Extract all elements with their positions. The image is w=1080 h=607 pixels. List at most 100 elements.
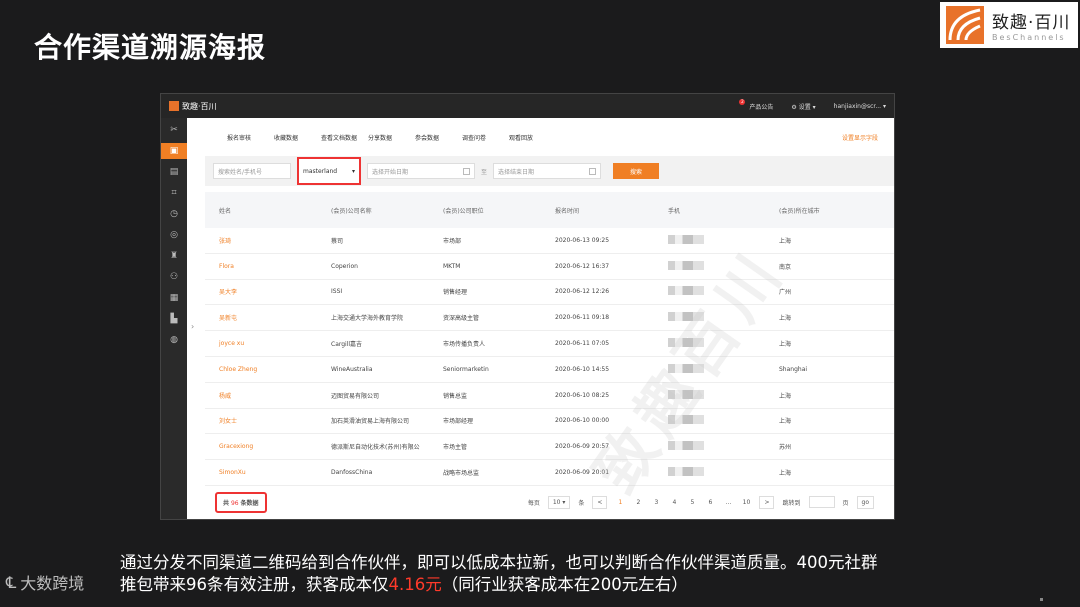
sidebar-item-clock[interactable]: ◷: [161, 206, 187, 222]
go-button[interactable]: go: [856, 495, 874, 509]
sidebar-item-files[interactable]: ▦: [161, 290, 187, 306]
sidebar-item-stats[interactable]: ▙: [161, 311, 187, 327]
next-page-button[interactable]: >: [759, 495, 775, 509]
sidebar-item-tools[interactable]: ✂: [161, 122, 187, 138]
prev-page-button[interactable]: <: [592, 495, 608, 509]
registrant-name[interactable]: Chloe Zheng: [219, 366, 331, 373]
sidebar-toggle-icon[interactable]: ›: [191, 322, 194, 331]
tab-doc-views[interactable]: 查看文档数据: [321, 133, 368, 142]
per-page-label: 每页: [527, 499, 540, 507]
display-fields-link[interactable]: 设置显示字段: [842, 133, 878, 142]
page-button[interactable]: 6: [705, 499, 715, 506]
footer-watermark-logo: ℄ 大数跨境: [6, 570, 84, 594]
pagination-bar: 共 96 条数据 每页 10 ▾ 条 < 1 2 3 4 5 6 ... 10 …: [205, 485, 894, 519]
tab-survey[interactable]: 调查问卷: [462, 133, 509, 142]
position-cell: 市场主管: [443, 444, 468, 452]
tab-signup-review[interactable]: 报名审核: [227, 133, 274, 142]
sidebar-item-documents[interactable]: ▤: [161, 164, 187, 180]
company-cell: 上海交通大学海外教育学院: [331, 315, 404, 323]
registrant-name[interactable]: 吴大李: [219, 287, 331, 296]
notice-link[interactable]: 2 产品公告: [739, 98, 774, 111]
table-row: Gracexiong 德派斯尼自动化技术(苏州)有限公 市场主管 2020-06-09…: [205, 434, 894, 461]
data-tabs: 报名审核 收藏数据 查看文档数据 分享数据 参会数据 调查问卷 观看回放 设置显…: [205, 118, 894, 156]
settings-menu[interactable]: ⚙ 设置 ▾: [791, 102, 815, 111]
table-row: Chloe Zheng WineAustralia Seniormarketin 20…: [205, 357, 894, 383]
page-ellipsis: ...: [725, 498, 732, 506]
sidebar-item-users[interactable]: ⚇: [161, 269, 187, 285]
column-header: (会员)所在城市: [779, 207, 820, 215]
signup-time-cell: 2020-06-13 09:25: [555, 236, 610, 244]
sidebar-item-misc[interactable]: ◍: [161, 332, 187, 348]
table-body: 张琦 蔡司 市场部 2020-06-13 09:25 上海 Flora Coperion MK…: [205, 228, 894, 486]
column-header: (会员)公司职位: [443, 207, 484, 215]
registrant-name[interactable]: Flora: [219, 263, 331, 270]
sidebar-item-crop[interactable]: ⌗: [161, 185, 187, 201]
app-sidebar: ✂ ▣ ▤ ⌗ ◷ ◎ ♜ ⚇ ▦ ▙ ◍: [161, 118, 187, 519]
sidebar-item-events[interactable]: ▣: [161, 143, 187, 159]
page-button[interactable]: 1: [615, 499, 625, 506]
calendar-icon: ▣: [169, 146, 179, 156]
document-icon: ▤: [169, 167, 179, 177]
registrant-name[interactable]: 刘女士: [219, 416, 331, 425]
end-date-placeholder: 选择结束日期: [498, 168, 535, 176]
page-button[interactable]: 3: [651, 499, 661, 506]
column-header: (会员)公司名称: [331, 207, 372, 215]
per-page-unit: 条: [578, 499, 585, 507]
goto-page-input[interactable]: [808, 496, 835, 508]
blurred-phone: [668, 260, 704, 270]
blurred-phone: [668, 234, 704, 244]
page-button[interactable]: 4: [669, 499, 679, 506]
channel-select-value: masterland: [303, 167, 338, 175]
column-header: 手机: [668, 207, 681, 215]
registrant-name[interactable]: 吴新屯: [219, 313, 331, 322]
registrant-name[interactable]: Gracexiong: [219, 443, 331, 450]
page-button[interactable]: 10: [741, 499, 751, 506]
calendar-icon: [589, 167, 597, 175]
position-cell: 市场部: [443, 237, 462, 245]
start-date-placeholder: 选择开始日期: [372, 168, 409, 176]
logo-mark-icon: [169, 101, 179, 111]
blurred-phone: [668, 467, 704, 477]
app-logo[interactable]: 致趣·百川: [169, 101, 217, 112]
per-page-select[interactable]: 10 ▾: [547, 495, 571, 509]
goto-unit: 页: [842, 499, 849, 507]
footer-logo-text: 大数跨境: [20, 574, 85, 593]
brand-logo: 致趣·百川 BesChannels: [940, 2, 1078, 48]
globe-icon: ◍: [170, 335, 178, 345]
table-row: 吴新屯 上海交通大学海外教育学院 资深高级主管 2020-06-11 09:18 上海: [205, 305, 894, 332]
notice-label: 产品公告: [749, 103, 774, 111]
user-email: hanjiaxin@scr...: [833, 102, 882, 110]
registrant-name[interactable]: 杨威: [219, 391, 331, 400]
search-button[interactable]: 搜索: [613, 163, 660, 179]
registrant-name[interactable]: joyce xu: [219, 340, 331, 347]
end-date-field[interactable]: 选择结束日期: [493, 163, 602, 179]
tab-favorites[interactable]: 收藏数据: [274, 133, 321, 142]
user-account[interactable]: hanjiaxin@scr... ▾: [834, 103, 886, 110]
registrant-name[interactable]: SimonXu: [219, 469, 331, 476]
total-suffix: 条数据: [240, 499, 259, 507]
slide-title: 合作渠道溯源海报: [34, 31, 267, 64]
city-cell: 上海: [779, 418, 792, 426]
registrant-name[interactable]: 张琦: [219, 236, 331, 245]
city-cell: 上海: [779, 315, 792, 323]
tab-replay[interactable]: 观看回放: [509, 133, 556, 142]
total-count: 96: [230, 499, 239, 507]
page-button[interactable]: 5: [687, 499, 697, 506]
start-date-field[interactable]: 选择开始日期: [367, 163, 475, 179]
city-cell: 上海: [779, 470, 792, 478]
notice-badge: 2: [739, 98, 746, 105]
company-cell: Coperion: [331, 262, 358, 270]
city-cell: 上海: [779, 392, 792, 400]
sidebar-item-gift[interactable]: ♜: [161, 248, 187, 264]
sidebar-item-target[interactable]: ◎: [161, 227, 187, 243]
column-header: 报名时间: [555, 207, 580, 215]
search-input[interactable]: 搜索姓名/手机号: [213, 163, 291, 179]
goto-label: 跳转到: [782, 499, 801, 507]
channel-select[interactable]: masterland ▾: [297, 157, 361, 185]
app-main: 报名审核 收藏数据 查看文档数据 分享数据 参会数据 调查问卷 观看回放 设置显…: [205, 118, 894, 519]
table-row: joyce xu Cargill嘉吉 市场传播负责人 2020-06-11 07:05…: [205, 331, 894, 357]
table-row: SimonXu DanfossChina 战略市场总监 2020-06-09 20:0…: [205, 460, 894, 486]
tab-shares[interactable]: 分享数据: [368, 133, 415, 142]
slide-caption: 通过分发不同渠道二维码给到合作伙伴，即可以低成本拉新，也可以判断合作伙伴渠道质量…: [120, 552, 980, 596]
tab-attendance[interactable]: 参会数据: [415, 133, 462, 142]
